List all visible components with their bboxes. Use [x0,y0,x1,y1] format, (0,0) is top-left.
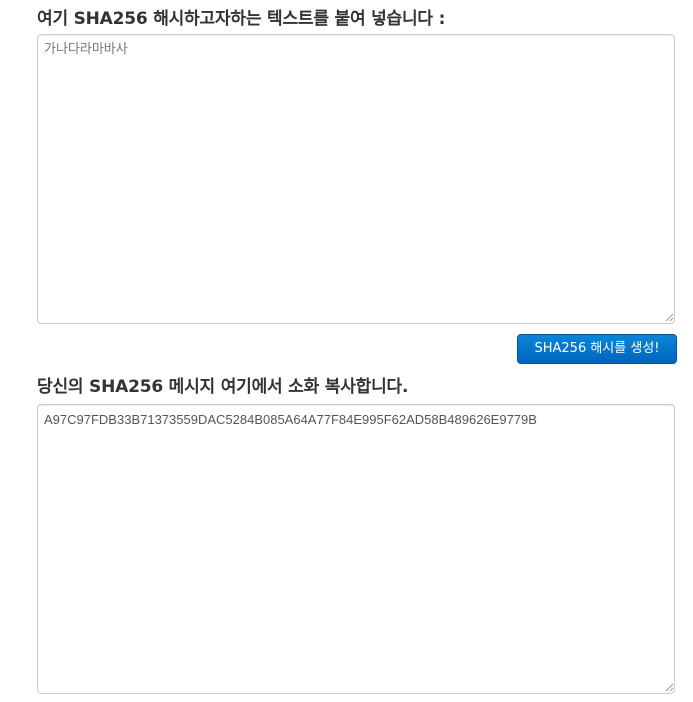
generate-hash-button[interactable]: SHA256 해시를 생성! [517,334,677,364]
output-section-label: 당신의 SHA256 메시지 여기에서 소화 복사합니다. [37,377,409,397]
input-section-label: 여기 SHA256 해시하고자하는 텍스트를 붙여 넣습니다 : [37,9,446,29]
input-textarea[interactable] [37,34,675,324]
output-textarea[interactable]: A97C97FDB33B71373559DAC5284B085A64A77F84… [37,404,675,694]
